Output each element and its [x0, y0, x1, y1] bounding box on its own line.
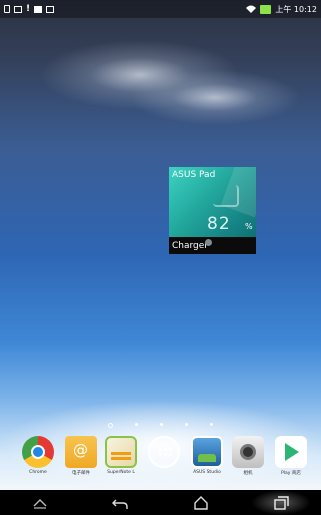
app-label: 相机: [243, 471, 253, 476]
camera-icon: [232, 436, 264, 468]
wifi-icon: [246, 5, 257, 13]
message-icon: [34, 5, 43, 13]
recents-button[interactable]: [250, 490, 311, 515]
battery-percentage: 82: [207, 214, 231, 234]
asus-studio-icon: [191, 436, 223, 468]
chrome-icon: [22, 436, 54, 468]
device-name: ASUS Pad: [172, 170, 216, 180]
signal-edit-icon: [14, 5, 22, 13]
charger-plug-icon: [205, 239, 212, 246]
app-label: Chrome: [29, 470, 47, 475]
battery-widget[interactable]: ASUS Pad 82 % Charger: [169, 167, 256, 254]
dock-app-camera[interactable]: 相机: [229, 436, 267, 476]
battery-percent-sign: %: [245, 222, 253, 231]
back-icon: [112, 499, 129, 509]
email-icon: [65, 436, 97, 468]
app-dock: Chrome 电子邮件 SuperNote L ASUS Studio 相机 P…: [0, 433, 321, 493]
notification-icons: !: [4, 4, 55, 14]
app-label: ASUS Studio: [193, 470, 221, 475]
page-indicator: [0, 423, 321, 428]
app-label: 电子邮件: [72, 471, 90, 476]
app-drawer-button[interactable]: [145, 436, 183, 470]
app-label: SuperNote L: [107, 470, 135, 475]
app-drawer-icon: [148, 436, 180, 468]
home-button[interactable]: [171, 490, 231, 515]
recents-icon: [274, 495, 289, 510]
page-dot: [135, 423, 138, 426]
menu-button[interactable]: [10, 490, 70, 515]
battery-level-icon: [213, 185, 239, 207]
status-bar[interactable]: ! 上午 10:12: [0, 0, 321, 18]
alert-icon: !: [26, 4, 31, 14]
page-dot-current: [108, 423, 113, 428]
home-wallpaper: [0, 0, 321, 490]
system-icons: 上午 10:12: [246, 4, 317, 15]
document-icon: [4, 5, 10, 13]
back-button[interactable]: [90, 490, 150, 515]
menu-icon: [33, 498, 47, 509]
play-store-icon: [275, 436, 307, 468]
battery-widget-panel: ASUS Pad 82 %: [169, 167, 256, 237]
dock-app-email[interactable]: 电子邮件: [62, 436, 100, 476]
page-dot: [210, 423, 213, 426]
page-dot: [160, 423, 163, 426]
image-icon: [46, 5, 55, 13]
wallpaper-cloud: [130, 70, 300, 125]
supernote-icon: [105, 436, 137, 468]
battery-icon: [260, 4, 272, 14]
navigation-bar: [0, 490, 321, 515]
home-icon: [193, 495, 208, 510]
app-label: Play 商店: [281, 471, 301, 476]
clock-time: 上午 10:12: [275, 4, 317, 14]
charger-label: Charger: [172, 241, 208, 251]
dock-app-supernote[interactable]: SuperNote L: [102, 436, 140, 475]
dock-app-chrome[interactable]: Chrome: [19, 436, 57, 475]
page-dot: [185, 423, 188, 426]
dock-app-play-store[interactable]: Play 商店: [272, 436, 310, 476]
dock-app-asus-studio[interactable]: ASUS Studio: [188, 436, 226, 475]
